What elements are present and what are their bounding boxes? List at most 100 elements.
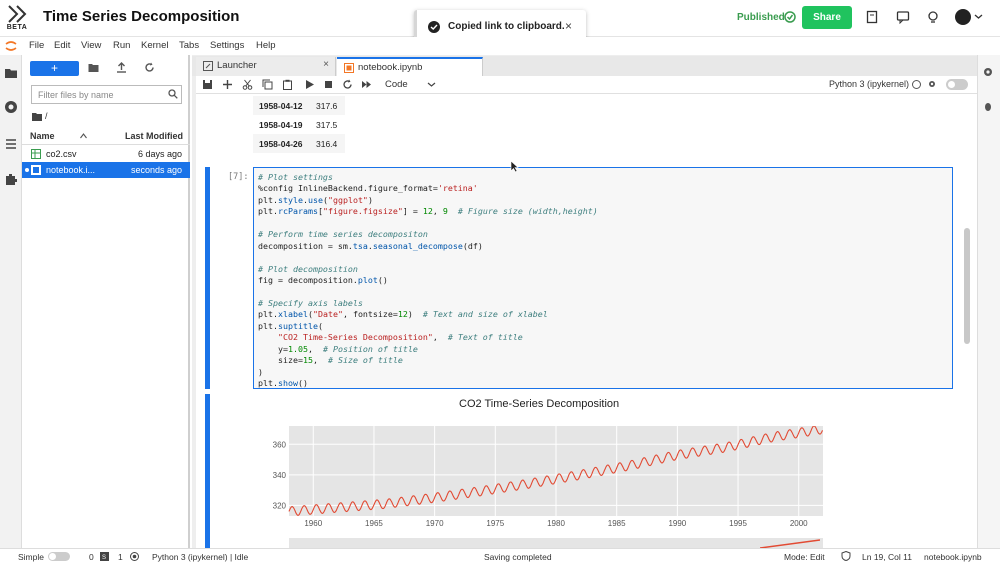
add-cell-icon[interactable] (222, 79, 233, 90)
menu-tabs[interactable]: Tabs (179, 40, 199, 51)
search-icon (168, 89, 178, 99)
column-modified-header[interactable]: Last Modified (125, 131, 183, 141)
file-modified: 6 days ago (137, 149, 182, 159)
menu-settings[interactable]: Settings (210, 40, 244, 51)
check-circle-icon (428, 21, 440, 33)
file-filter-input[interactable] (31, 85, 182, 104)
run-icon[interactable] (304, 79, 315, 90)
paste-icon[interactable] (282, 79, 293, 90)
active-filename: notebook.ipynb (924, 552, 982, 562)
jupyter-logo-icon (5, 41, 17, 51)
table-value: 317.6 (316, 101, 338, 111)
close-icon[interactable]: × (323, 59, 329, 70)
folder-icon[interactable] (32, 112, 42, 121)
extension-icon[interactable] (4, 172, 18, 186)
lightbulb-icon[interactable] (926, 10, 940, 24)
launcher-icon (203, 61, 213, 71)
output-cell-bar[interactable] (205, 394, 210, 548)
code-text[interactable]: # Plot settings %config InlineBackend.fi… (258, 172, 598, 390)
chart-title: CO2 Time-Series Decomposition (459, 398, 620, 410)
menu-edit[interactable]: Edit (54, 40, 70, 51)
breadcrumb[interactable]: / (45, 111, 48, 121)
copy-icon[interactable] (262, 79, 273, 90)
comment-icon[interactable] (896, 10, 910, 24)
upload-icon[interactable] (116, 62, 127, 73)
y-tick-label: 320 (273, 501, 287, 510)
table-value: 317.5 (316, 120, 338, 130)
simple-mode-label: Simple (18, 552, 44, 562)
code-editor[interactable]: # Plot settings %config InlineBackend.fi… (253, 167, 953, 389)
trend-plot (289, 538, 823, 548)
tab-launcher[interactable]: Launcher × (196, 57, 336, 76)
notebook-scrollbar[interactable] (964, 228, 970, 344)
kernel-status-icon (912, 80, 921, 89)
active-cell-bar[interactable] (205, 167, 210, 389)
restart-icon[interactable] (342, 79, 353, 90)
shield-icon[interactable] (841, 551, 851, 561)
simple-mode-toggle[interactable] (48, 552, 70, 561)
menu-run[interactable]: Run (113, 40, 130, 51)
debugger-toggle[interactable] (946, 79, 968, 90)
toc-icon[interactable] (4, 137, 18, 151)
notebook-icon (31, 165, 41, 175)
editor-mode: Mode: Edit (784, 552, 825, 562)
new-launcher-button[interactable]: + (30, 61, 79, 76)
share-button[interactable]: Share (802, 6, 852, 29)
cell-type-select[interactable]: Code (385, 79, 408, 90)
mouse-cursor-icon (510, 160, 519, 173)
x-tick-label: 1980 (547, 519, 565, 528)
column-name-header[interactable]: Name (30, 131, 55, 141)
cell-prompt: [7]: (228, 172, 249, 182)
gear-icon[interactable] (927, 79, 937, 89)
sort-asc-icon[interactable] (80, 133, 87, 139)
cursor-position[interactable]: Ln 19, Col 11 (862, 552, 912, 562)
x-tick-label: 1970 (426, 519, 444, 528)
table-value: 316.4 (316, 139, 338, 149)
table-icon (31, 149, 41, 159)
file-name: notebook.i... (46, 165, 96, 175)
page-title: Time Series Decomposition (43, 8, 240, 25)
menu-help[interactable]: Help (256, 40, 276, 51)
kernel-icon[interactable] (130, 552, 139, 561)
new-folder-icon[interactable] (88, 62, 99, 73)
folder-icon[interactable] (4, 66, 18, 80)
svg-text:S: S (102, 555, 106, 561)
kernel-count: 1 (118, 552, 123, 562)
tab-label: notebook.ipynb (358, 62, 423, 73)
y-tick-label: 340 (273, 471, 287, 480)
published-status: Published (737, 12, 785, 23)
x-tick-label: 1985 (608, 519, 626, 528)
menu-kernel[interactable]: Kernel (141, 40, 168, 51)
trend-line (760, 539, 820, 548)
divider (22, 144, 190, 145)
table-date: 1958-04-19 (259, 120, 303, 130)
running-icon[interactable] (4, 100, 18, 114)
book-icon[interactable] (865, 10, 879, 24)
save-icon[interactable] (202, 79, 213, 90)
chevron-down-icon[interactable] (974, 12, 983, 21)
tab-notebook[interactable]: notebook.ipynb (337, 57, 483, 76)
terminal-count: 0 (89, 552, 94, 562)
stop-icon[interactable] (323, 79, 334, 90)
chevron-down-icon[interactable] (427, 80, 436, 89)
avatar[interactable] (955, 9, 971, 25)
gear-icon[interactable] (982, 66, 994, 78)
terminal-icon[interactable]: S (100, 552, 109, 561)
file-modified: seconds ago (130, 165, 182, 175)
menu-view[interactable]: View (81, 40, 101, 51)
menu-file[interactable]: File (29, 40, 44, 51)
fast-forward-icon[interactable] (361, 79, 372, 90)
save-status: Saving completed (484, 552, 552, 562)
bug-icon[interactable] (982, 100, 994, 112)
file-row-selected[interactable]: notebook.i... seconds ago (22, 162, 190, 178)
kernel-name[interactable]: Python 3 (ipykernel) (829, 79, 909, 89)
toast-close-button[interactable]: × (565, 19, 572, 33)
refresh-icon[interactable] (144, 62, 155, 73)
file-row[interactable]: co2.csv 6 days ago (22, 146, 190, 162)
x-tick-label: 1990 (668, 519, 686, 528)
cut-icon[interactable] (242, 79, 253, 90)
x-tick-label: 1995 (729, 519, 747, 528)
kernel-status[interactable]: Python 3 (ipykernel) | Idle (152, 552, 248, 562)
tab-label: Launcher (217, 60, 257, 71)
observed-plot: 1960 1965 1970 1975 1980 1985 1990 1995 2000 320 3… (273, 426, 823, 528)
